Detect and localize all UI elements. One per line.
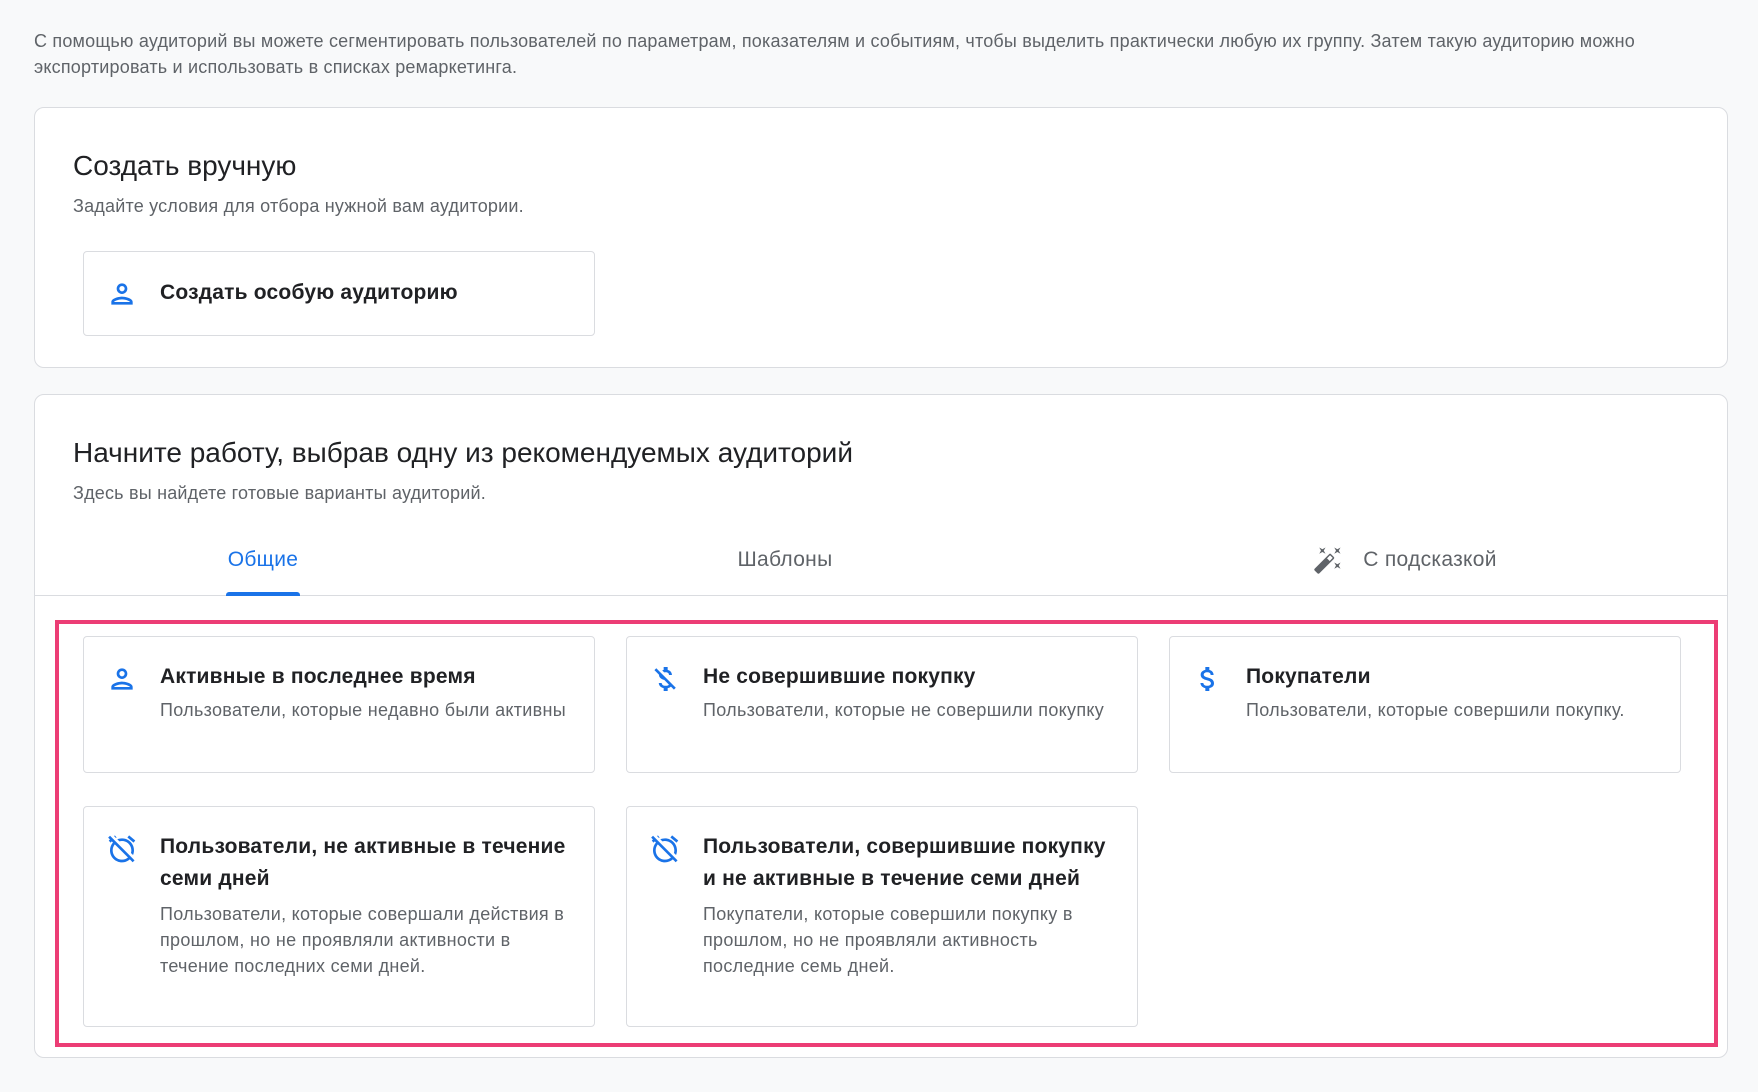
create-custom-audience-button[interactable]: Создать особую аудиторию (83, 251, 595, 336)
tab-suggested-label: С подсказкой (1363, 548, 1497, 571)
audience-tile-inactive-7-days[interactable]: Пользователи, не активные в течение семи… (83, 806, 595, 1027)
audience-tile-purchasers[interactable]: Покупатели Пользователи, которые соверши… (1169, 636, 1681, 773)
audience-description: Пользователи, которые не совершили покуп… (703, 700, 1105, 720)
audience-tabs: Общие Шаблоны С подсказкой (35, 525, 1727, 596)
audience-tile-recently-active[interactable]: Активные в последнее время Пользователи,… (83, 636, 595, 773)
audience-description: Пользователи, которые совершили покупку. (1246, 700, 1625, 720)
audience-title: Пользователи, не активные в течение семи… (160, 835, 566, 890)
audience-tile-purchasers-inactive-7-days[interactable]: Пользователи, совершившие покупку и не а… (626, 806, 1138, 1027)
money-off-icon (654, 667, 676, 691)
recommended-audiences-card: Начните работу, выбрав одну из рекоменду… (34, 394, 1728, 1058)
audience-description: Пользователи, которые недавно были актив… (160, 700, 567, 720)
manual-card-title: Создать вручную (73, 150, 297, 181)
tab-templates-label: Шаблоны (737, 548, 833, 571)
alarm-off-icon (108, 835, 136, 863)
person-icon (111, 668, 133, 690)
audience-description: Покупатели, которые совершили покупку в … (703, 904, 1073, 976)
recommended-card-subtitle: Здесь вы найдете готовые варианты аудито… (73, 483, 486, 503)
tab-templates[interactable]: Шаблоны (675, 525, 895, 595)
audience-title: Пользователи, совершившие покупку и не а… (703, 835, 1106, 890)
audience-title: Покупатели (1246, 665, 1371, 688)
magic-wand-icon (1314, 547, 1341, 574)
audience-description: Пользователи, которые совершали действия… (160, 904, 565, 976)
manual-card-subtitle: Задайте условия для отбора нужной вам ау… (73, 196, 524, 216)
recommended-card-title: Начните работу, выбрав одну из рекоменду… (73, 437, 853, 468)
audience-title: Не совершившие покупку (703, 665, 976, 688)
audience-title: Активные в последнее время (160, 665, 476, 688)
alarm-off-icon (651, 835, 679, 863)
audience-tile-non-purchasers[interactable]: Не совершившие покупку Пользователи, кот… (626, 636, 1138, 773)
tab-general[interactable]: Общие (153, 525, 373, 596)
manual-creation-card: Создать вручную Задайте условия для отбо… (34, 107, 1728, 368)
create-custom-audience-label: Создать особую аудиторию (160, 281, 458, 304)
dollar-icon (1200, 667, 1214, 691)
intro-text: С помощью аудиторий вы можете сегментиро… (34, 31, 1635, 77)
tab-suggested[interactable]: С подсказкой (1265, 525, 1545, 595)
person-icon (111, 283, 133, 305)
active-tab-indicator (226, 592, 300, 596)
tab-general-label: Общие (227, 548, 299, 571)
